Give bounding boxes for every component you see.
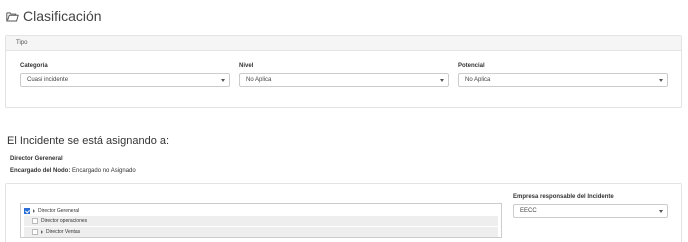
node-owner-label: Encargado del Nodo: [10,168,71,174]
tree-item[interactable]: Director Ventas [24,227,498,237]
chevron-down-icon [221,79,225,82]
checkbox-checked-icon[interactable] [24,208,30,214]
checkbox-icon[interactable] [32,218,38,224]
categoria-label: Categoría [20,63,48,69]
chevron-down-icon [659,210,663,213]
empresa-select[interactable]: EECC [513,204,668,218]
nivel-value: No Aplica [246,77,272,83]
chevron-down-icon [440,79,444,82]
categoria-value: Cuasi incidente [27,77,69,83]
caret-right-icon[interactable] [33,209,35,213]
node-owner-value: Encargado no Asignado [72,168,136,174]
nivel-label: Nivel [239,63,254,69]
tree-item-label: Director Gereneral [38,208,80,214]
tipo-panel-header: Tipo [6,36,681,51]
tree-item-label: Director operaciones [41,218,88,224]
tree-item[interactable]: Director operaciones [24,216,498,226]
node-owner: Encargado del Nodo: Encargado no Asignad… [10,168,136,174]
potencial-select[interactable]: No Aplica [458,73,668,87]
caret-right-icon[interactable] [41,230,43,234]
tipo-panel: Tipo [5,35,682,108]
potencial-value: No Aplica [465,77,491,83]
tree-item-label: Director Ventas [46,229,81,235]
empresa-value: EECC [520,208,537,214]
page-title: Clasificación [23,8,102,24]
chevron-down-icon [659,79,663,82]
tree-item[interactable]: Director Gereneral [24,206,498,216]
assignment-heading: El Incidente se está asignando a: [7,135,170,147]
potencial-label: Potencial [458,63,485,69]
categoria-select[interactable]: Cuasi incidente [20,73,230,87]
checkbox-icon[interactable] [32,229,38,235]
assigned-name: Director Gereneral [10,156,63,162]
nivel-select[interactable]: No Aplica [239,73,449,87]
empresa-label: Empresa responsable del Incidente [513,194,614,200]
section-title: Clasificación [6,8,102,24]
folder-open-icon [6,11,19,21]
